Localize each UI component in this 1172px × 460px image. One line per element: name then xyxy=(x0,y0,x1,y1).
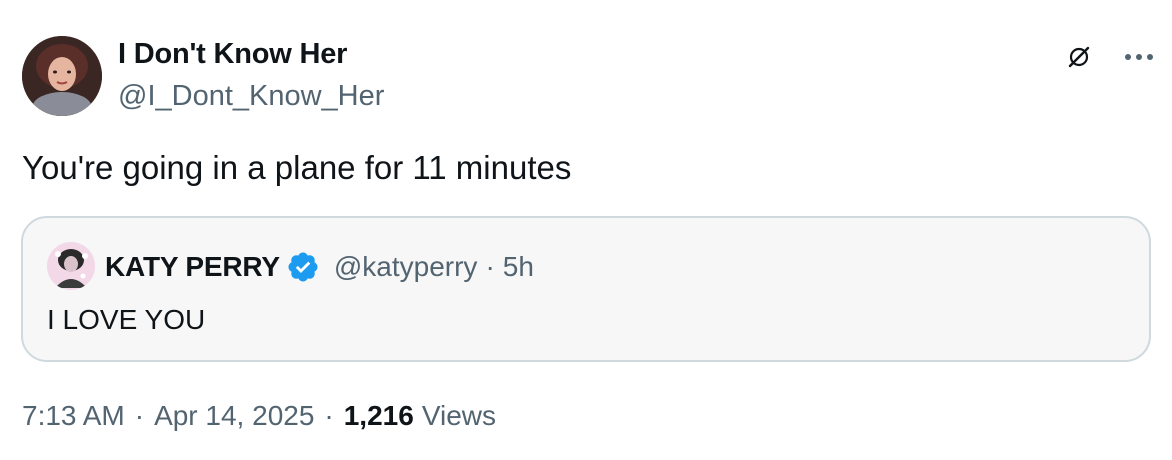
quoted-separator: · xyxy=(485,251,495,282)
author-avatar[interactable] xyxy=(22,36,102,116)
tweet-time[interactable]: 7:13 AM xyxy=(22,400,125,432)
views-label: Views xyxy=(421,400,496,431)
verified-badge-icon[interactable] xyxy=(286,250,320,284)
author-handle[interactable]: @I_Dont_Know_Her xyxy=(118,80,384,113)
meta-separator: · xyxy=(134,400,145,431)
tweet-date[interactable]: Apr 14, 2025 xyxy=(154,400,314,432)
quoted-author-handle[interactable]: @katyperry xyxy=(334,251,478,283)
quoted-author-avatar-image xyxy=(47,242,95,290)
author-name[interactable]: I Don't Know Her xyxy=(118,38,347,71)
quoted-tweet-text: I LOVE YOU xyxy=(47,304,206,335)
meta-separator-2: · xyxy=(324,400,334,431)
more-icon[interactable] xyxy=(1122,40,1156,74)
quoted-tweet-header: KATY PERRY @katyperry · 5h xyxy=(105,250,534,284)
quoted-author-avatar[interactable] xyxy=(47,242,95,290)
quoted-tweet-time[interactable]: 5h xyxy=(503,251,534,283)
tweet-actions-top xyxy=(1062,40,1156,74)
views-count: 1,216 xyxy=(343,400,414,431)
quoted-author-name[interactable]: KATY PERRY xyxy=(105,251,280,283)
tweet-text: You're going in a plane for 11 minutes xyxy=(22,149,572,186)
author-avatar-image xyxy=(22,36,102,116)
tweet-meta: 7:13 AM · Apr 14, 2025 · 1,216 Views xyxy=(22,400,496,432)
quoted-tweet-card[interactable]: KATY PERRY @katyperry · 5h I LOVE YOU xyxy=(21,216,1151,362)
grok-icon[interactable] xyxy=(1062,40,1096,74)
